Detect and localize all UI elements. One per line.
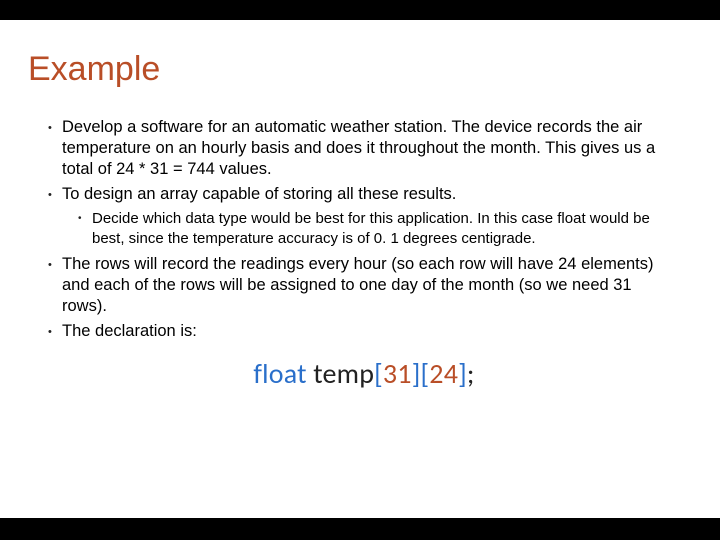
bullet-item: Develop a software for an automatic weat… [48,117,680,180]
sub-bullet-item: Decide which data type would be best for… [78,209,680,247]
bullet-item: To design an array capable of storing al… [48,184,680,247]
code-bracket: [ [374,356,383,391]
code-bracket: [ [421,356,430,391]
slide: Example Develop a software for an automa… [0,20,720,518]
bullet-item: The declaration is: [48,321,680,342]
bullet-list: Develop a software for an automatic weat… [48,117,680,342]
slide-body: Develop a software for an automatic weat… [0,89,720,392]
code-dimension: 31 [383,356,412,391]
code-bracket: ] [458,356,467,391]
code-semicolon: ; [467,356,475,391]
sub-bullet-list: Decide which data type would be best for… [78,209,680,247]
code-dimension: 24 [429,356,458,391]
code-declaration: float temp[31][24]; [48,356,680,392]
code-identifier: temp [313,356,374,391]
slide-title: Example [0,20,720,89]
code-keyword: float [253,356,306,391]
bullet-item: The rows will record the readings every … [48,254,680,317]
code-bracket: ] [412,356,421,391]
bullet-text: To design an array capable of storing al… [62,185,456,203]
